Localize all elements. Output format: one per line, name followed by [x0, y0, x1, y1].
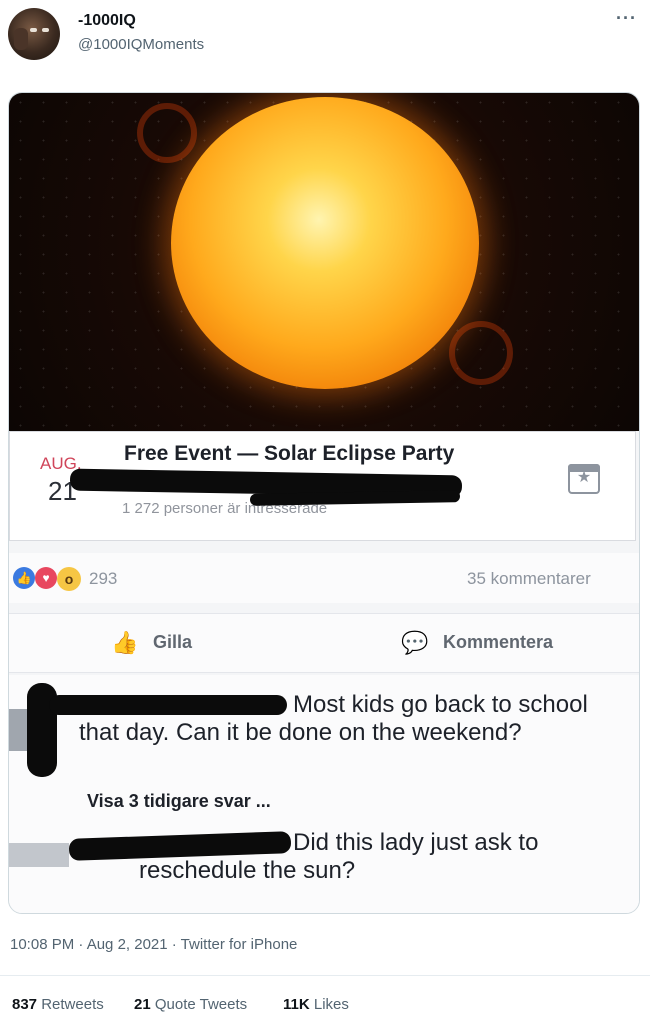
user-handle[interactable]: @1000IQMoments — [78, 36, 204, 53]
comments-section: Most kids go back to school that day. Ca… — [9, 675, 639, 913]
comment-text: that day. Can it be done on the weekend? — [79, 719, 522, 746]
sun-image — [171, 97, 479, 389]
love-reaction-icon: ♥ — [35, 567, 57, 589]
likes-label: Likes — [313, 996, 349, 1013]
like-reaction-icon: 👍 — [13, 567, 35, 589]
post-actions: 👍 Gilla 💬 Kommentera — [9, 613, 639, 673]
retweets-count: 837 — [12, 996, 38, 1013]
comment-count[interactable]: 35 kommentarer — [467, 569, 591, 589]
event-title: Free Event — Solar Eclipse Party — [124, 442, 455, 465]
wow-reaction-icon: o — [57, 567, 81, 591]
tweet-stats: 837 Retweets 21 Quote Tweets 11K Likes — [0, 975, 650, 1025]
redaction-scribble — [249, 490, 461, 506]
tweet-media-image[interactable]: AUG. 21 Free Event — Solar Eclipse Party… — [8, 92, 640, 914]
likes-count: 11K — [283, 996, 310, 1013]
redaction-scribble — [49, 695, 287, 715]
tweet-timestamp[interactable]: 10:08 PM · Aug 2, 2021 · Twitter for iPh… — [10, 936, 297, 953]
sun-photo — [9, 93, 639, 431]
avatar — [9, 843, 69, 867]
quote-tweets-label: Quote Tweets — [154, 996, 248, 1013]
retweets-stat[interactable]: 837 Retweets — [12, 996, 104, 1013]
view-previous-replies-link[interactable]: Visa 3 tidigare svar ... — [87, 791, 271, 812]
retweets-label: Retweets — [41, 996, 104, 1013]
comment-text: Most kids go back to school — [293, 691, 588, 718]
more-horizontal-icon[interactable]: ··· — [616, 8, 637, 29]
display-name[interactable]: -1000IQ — [78, 12, 136, 30]
reply-text: Did this lady just ask to — [293, 829, 539, 856]
reply-text: reschedule the sun? — [139, 857, 356, 884]
avatar[interactable] — [8, 8, 60, 60]
like-button[interactable]: Gilla — [153, 632, 192, 653]
reactions-bar: 👍 ♥ o 293 35 kommentarer — [9, 553, 639, 603]
tweet-header: -1000IQ @1000IQMoments ··· — [0, 0, 650, 80]
likes-stat[interactable]: 11K Likes — [283, 996, 349, 1013]
quote-tweets-count: 21 — [134, 996, 151, 1013]
calendar-star-icon[interactable]: ★ — [568, 464, 600, 494]
comment-bubble-icon[interactable]: 💬 — [401, 630, 429, 655]
comment-button[interactable]: Kommentera — [443, 632, 553, 653]
event-card: AUG. 21 Free Event — Solar Eclipse Party… — [9, 431, 636, 541]
quote-tweets-stat[interactable]: 21 Quote Tweets — [134, 996, 247, 1013]
thumbs-up-icon[interactable]: 👍 — [111, 630, 139, 655]
reaction-count[interactable]: 293 — [89, 569, 117, 589]
